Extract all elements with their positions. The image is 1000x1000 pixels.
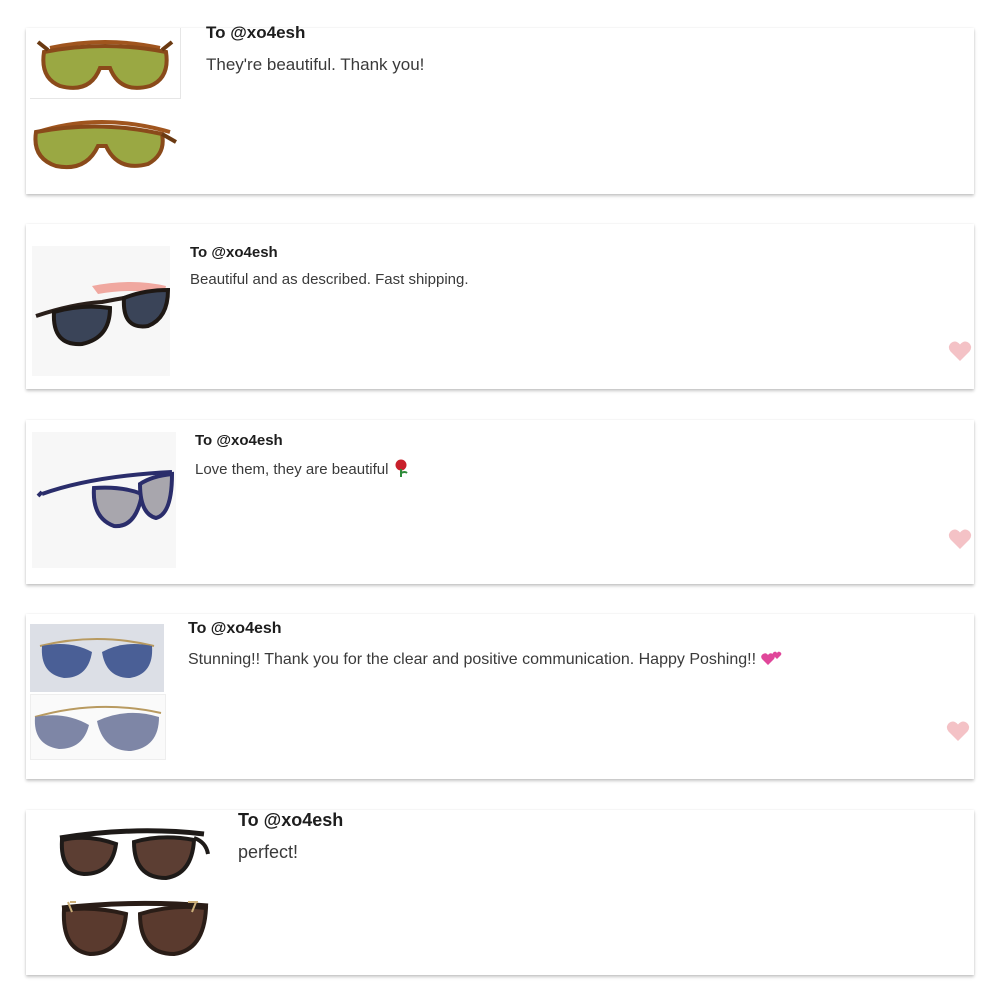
heart-icon[interactable]: [948, 528, 972, 550]
review-card: To @xo4esh Beautiful and as described. F…: [26, 224, 974, 389]
product-image[interactable]: [30, 28, 181, 99]
review-card: To @xo4esh Stunning!! Thank you for the …: [26, 614, 974, 779]
product-image[interactable]: [32, 246, 170, 376]
product-image[interactable]: [30, 694, 166, 760]
review-recipient[interactable]: To @xo4esh: [190, 244, 278, 261]
review-message-text: Stunning!! Thank you for the clear and p…: [188, 651, 757, 668]
review-message: Love them, they are beautiful: [195, 459, 409, 481]
review-recipient[interactable]: To @xo4esh: [195, 432, 283, 449]
product-image[interactable]: [30, 624, 164, 692]
heart-icon[interactable]: [946, 720, 970, 742]
review-message: perfect!: [238, 842, 299, 862]
review-message: Stunning!! Thank you for the clear and p…: [188, 649, 783, 672]
review-message: Beautiful and as described. Fast shippin…: [190, 271, 469, 288]
product-image[interactable]: [54, 892, 214, 962]
review-recipient[interactable]: To @xo4esh: [206, 23, 305, 43]
review-card: To @xo4esh They're beautiful. Thank you!: [26, 23, 974, 194]
product-image[interactable]: [54, 820, 212, 890]
rose-icon: [393, 459, 409, 481]
heart-icon[interactable]: [948, 340, 972, 362]
product-image[interactable]: [32, 432, 176, 568]
two-hearts-icon: [761, 649, 783, 672]
review-recipient[interactable]: To @xo4esh: [238, 810, 343, 831]
review-message: They're beautiful. Thank you!: [206, 55, 425, 74]
product-image[interactable]: [30, 102, 180, 174]
review-recipient[interactable]: To @xo4esh: [188, 620, 282, 638]
review-message-text: Love them, they are beautiful: [195, 461, 389, 478]
review-card: To @xo4esh perfect!: [26, 810, 974, 975]
review-card: To @xo4esh Love them, they are beautiful: [26, 420, 974, 584]
